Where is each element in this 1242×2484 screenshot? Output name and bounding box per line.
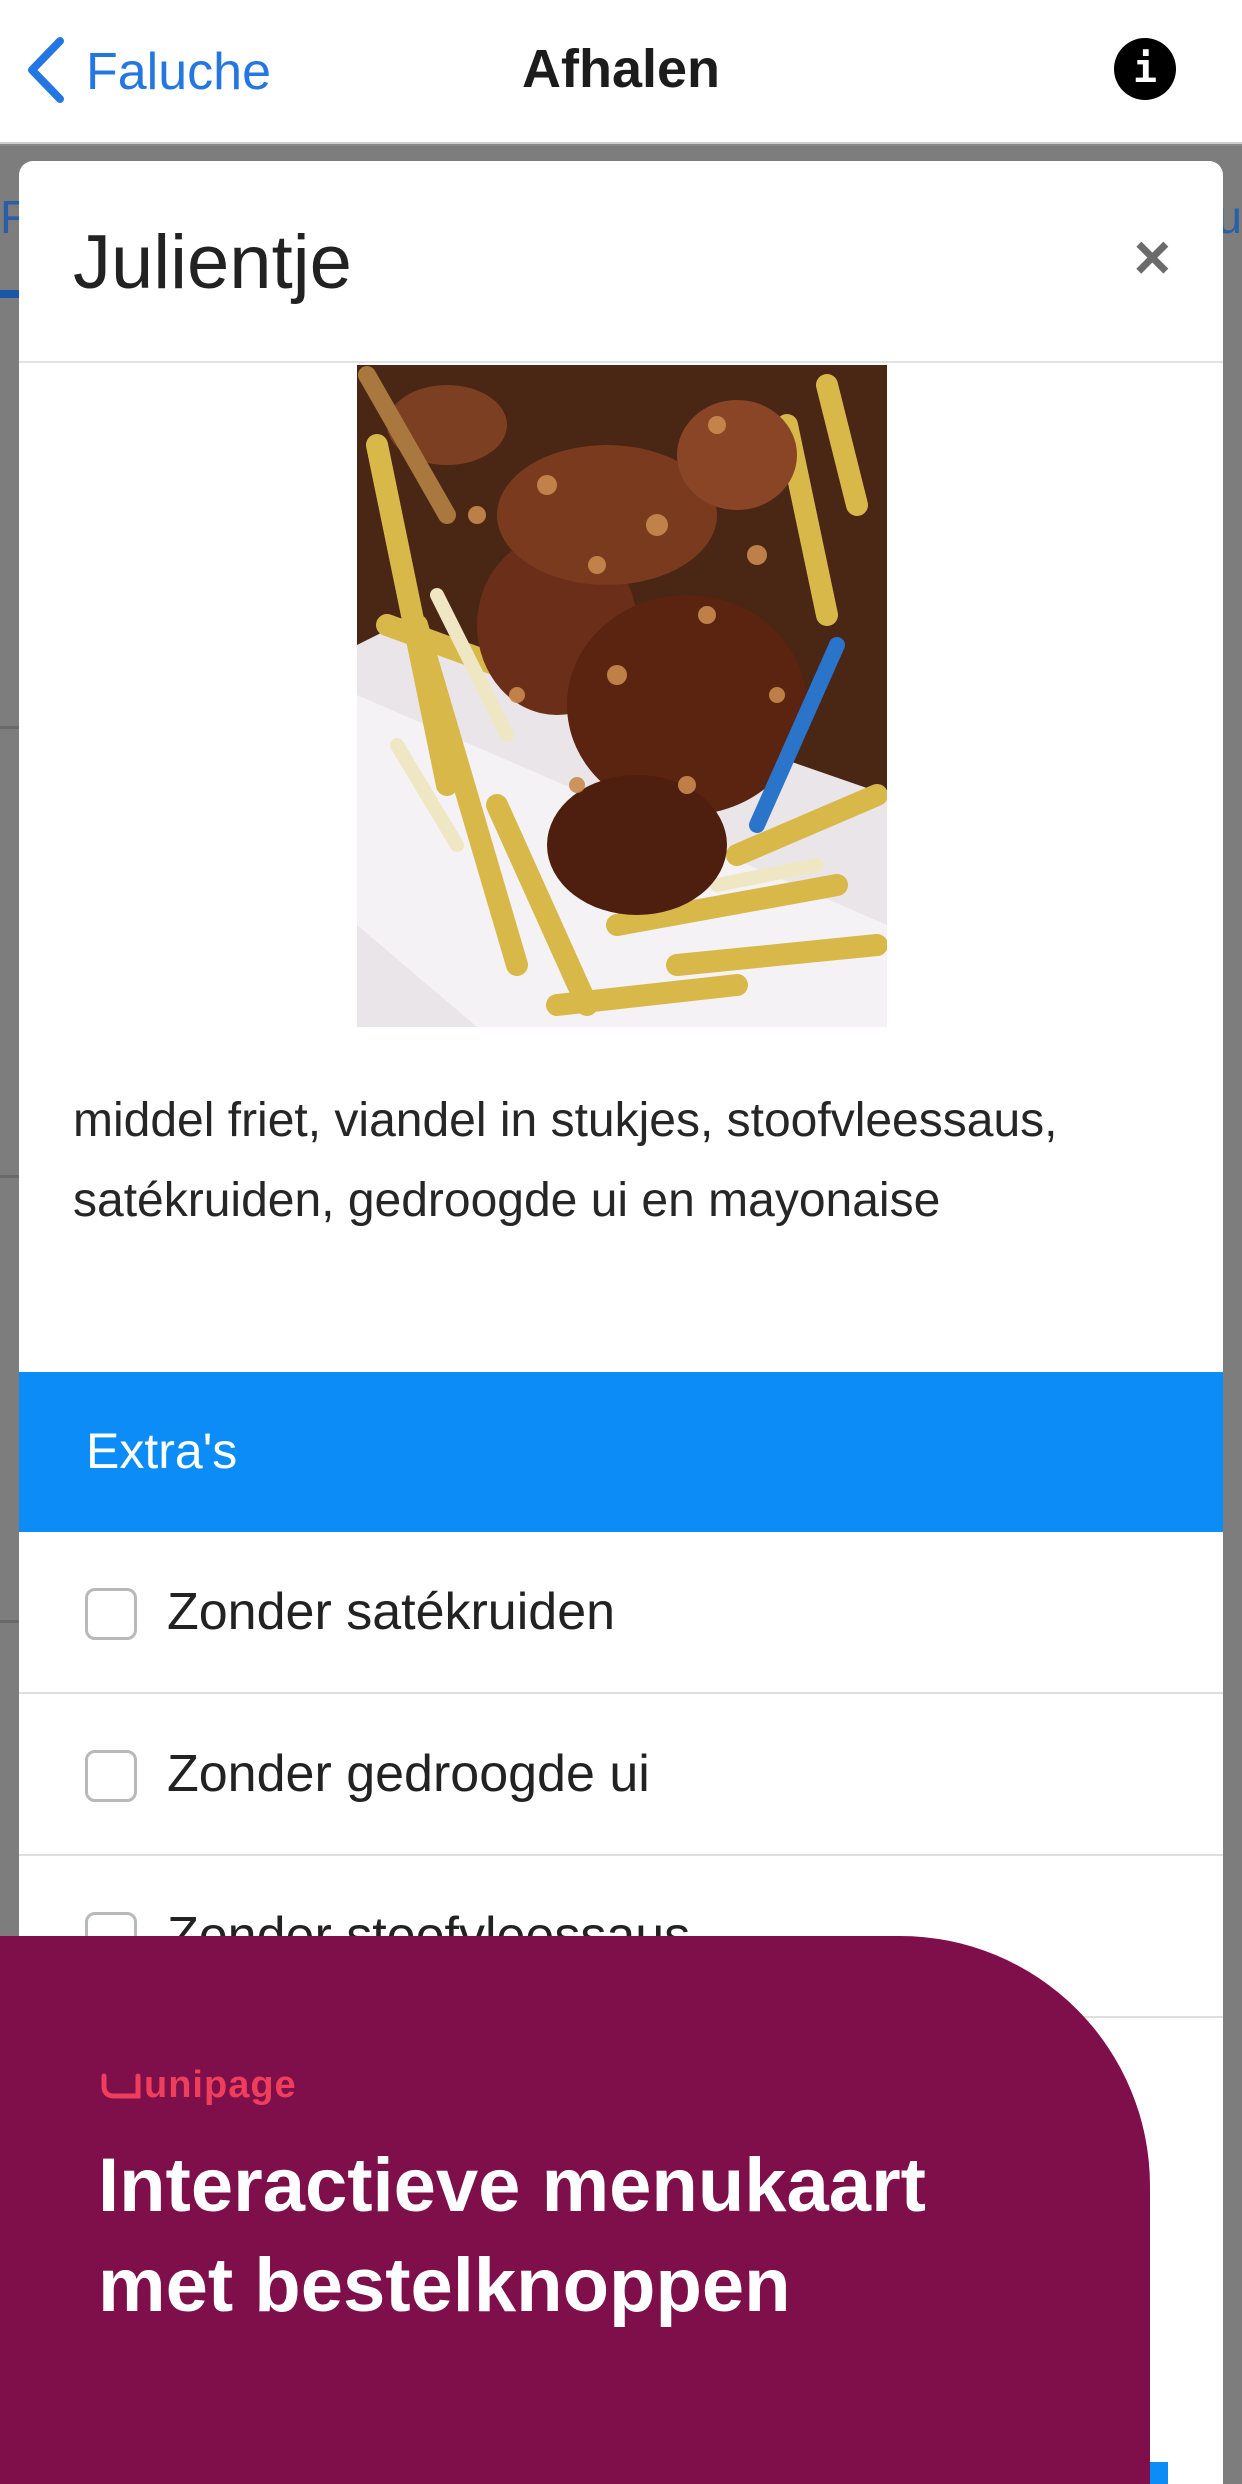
logo-text: unipage (144, 2064, 297, 2106)
background-divider (0, 726, 20, 729)
promo-heading-line: Interactieve menukaart (98, 2143, 926, 2228)
product-photo (357, 365, 887, 1027)
promo-heading: Interactieve menukaart met bestelknoppen (98, 2136, 1098, 2336)
option-checkbox[interactable] (85, 1588, 137, 1640)
extra-option[interactable]: Zonder satékruiden (19, 1532, 1223, 1694)
close-icon[interactable]: × (1134, 225, 1171, 289)
background-divider (0, 1620, 20, 1623)
promo-heading-line: met bestelknoppen (98, 2243, 791, 2328)
navigation-bar: Faluche Afhalen i (0, 0, 1242, 144)
modal-title: Julientje (73, 220, 352, 305)
option-label: Zonder satékruiden (167, 1583, 616, 1641)
option-checkbox[interactable] (85, 1750, 137, 1802)
info-icon[interactable]: i (1114, 38, 1176, 100)
option-label: Zonder gedroogde ui (167, 1745, 650, 1803)
modal-header: Julientje × (19, 161, 1223, 363)
extras-title: Extra's (86, 1423, 238, 1479)
extra-option[interactable]: Zonder gedroogde ui (19, 1694, 1223, 1856)
product-description: middel friet, viandel in stukjes, stoofv… (73, 1094, 1058, 1227)
extras-header: Extra's (19, 1372, 1223, 1532)
page-title: Afhalen (521, 39, 721, 99)
background-divider (0, 1175, 20, 1178)
promo-banner: unipage Interactieve menukaart met beste… (0, 1936, 1150, 2484)
unipage-logo: unipage (100, 2064, 297, 2107)
